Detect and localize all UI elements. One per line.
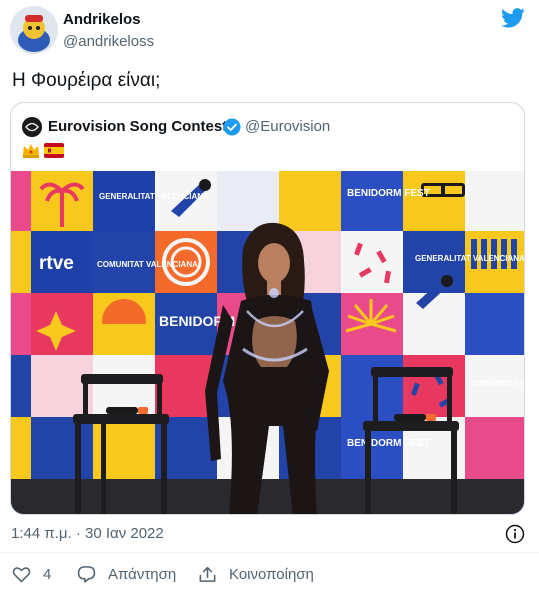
avatar-image [10,6,58,54]
benidorm-fest-text: BENIDORM FEST [347,188,430,199]
quoted-author-handle: @Eurovision [245,118,331,135]
heart-icon [12,567,31,583]
like-button[interactable]: 4 [12,565,51,583]
author-handle[interactable]: @andrikeloss [63,33,154,50]
reply-bubble-icon [77,566,96,583]
author-name[interactable]: Andrikelos [63,11,141,28]
verified-badge-icon [223,118,241,136]
comunitat-text: COMUNITAT VALENCIANA [97,260,198,269]
tweet-text: Η Φουρέιρα είναι; [12,70,161,91]
like-count: 4 [43,565,52,583]
benidorm-fest-text-2: BENIDORM FEST [347,438,430,449]
twitter-bird-icon[interactable] [501,8,525,28]
spain-flag-emoji-icon [44,143,64,158]
crown-emoji-icon [23,144,39,158]
photo-illustration: GENERALITAT VALENCIANA rtve COMUNITAT VA… [11,171,525,514]
reply-label: Απάντηση [108,565,177,583]
quoted-author-name: Eurovision Song Contest [48,118,228,135]
share-label: Κοινοποίηση [229,565,314,583]
share-icon [199,566,216,582]
quoted-tweet-photo[interactable]: GENERALITAT VALENCIANA rtve COMUNITAT VA… [11,171,525,514]
generalitat-text: GENERALITAT VALENCIANA [99,192,209,201]
tweet-timestamp[interactable]: 1:44 π.μ. · 30 Ιαν 2022 [11,525,164,542]
divider [0,552,539,553]
generalitat-text-2: GENERALITAT VALENCIANA [415,254,525,263]
reply-button[interactable]: Απάντηση [77,565,176,583]
info-icon[interactable] [505,524,525,544]
quoted-tweet-text [22,143,64,158]
quoted-author-avatar [22,117,42,137]
quoted-tweet-card[interactable]: Eurovision Song Contest @Eurovision GENE… [10,102,525,515]
author-avatar[interactable] [10,6,58,54]
rtve-text: rtve [39,253,74,274]
comunitat-text-2: COMUNITAT VALENCIANA [471,379,525,388]
eurovision-logo-icon [22,117,42,137]
share-button[interactable]: Κοινοποίηση [198,565,314,583]
